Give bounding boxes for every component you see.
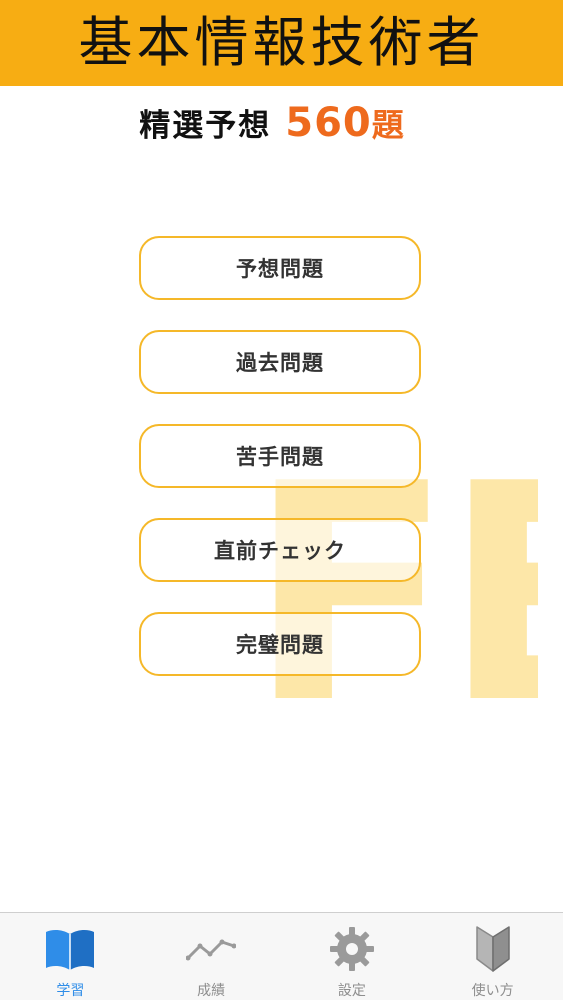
subtitle-label: 精選予想 bbox=[139, 108, 272, 144]
mastered-questions-button[interactable]: 完璧問題 bbox=[139, 612, 421, 676]
question-count: 560 題 bbox=[285, 100, 404, 146]
tab-settings[interactable]: 設定 bbox=[282, 913, 423, 1000]
chart-icon bbox=[184, 923, 238, 974]
weak-questions-button[interactable]: 苦手問題 bbox=[139, 424, 421, 488]
question-count-number: 560 bbox=[285, 100, 372, 146]
beginner-mark-icon bbox=[466, 923, 520, 974]
book-icon bbox=[43, 923, 97, 974]
past-questions-button[interactable]: 過去問題 bbox=[139, 330, 421, 394]
main-menu: 予想問題 過去問題 苦手問題 直前チェック 完璧問題 bbox=[139, 236, 421, 706]
tab-results-label: 成績 bbox=[197, 983, 226, 999]
tab-study[interactable]: 学習 bbox=[0, 913, 141, 1000]
tab-how-to-use-label: 使い方 bbox=[471, 983, 514, 999]
app-header: 基本情報技術者 bbox=[0, 0, 563, 86]
tab-results[interactable]: 成績 bbox=[141, 913, 282, 1000]
final-check-button[interactable]: 直前チェック bbox=[139, 518, 421, 582]
question-count-unit: 題 bbox=[371, 106, 404, 144]
app-title: 基本情報技術者 bbox=[78, 11, 485, 74]
predicted-questions-button[interactable]: 予想問題 bbox=[139, 236, 421, 300]
tab-how-to-use[interactable]: 使い方 bbox=[422, 913, 563, 1000]
tab-study-label: 学習 bbox=[56, 983, 85, 999]
tab-settings-label: 設定 bbox=[337, 983, 366, 999]
tab-bar: 学習 成績 設定 使い方 bbox=[0, 912, 563, 1000]
question-count-banner: 精選予想 560 題 bbox=[0, 100, 563, 160]
gear-icon bbox=[325, 923, 379, 974]
